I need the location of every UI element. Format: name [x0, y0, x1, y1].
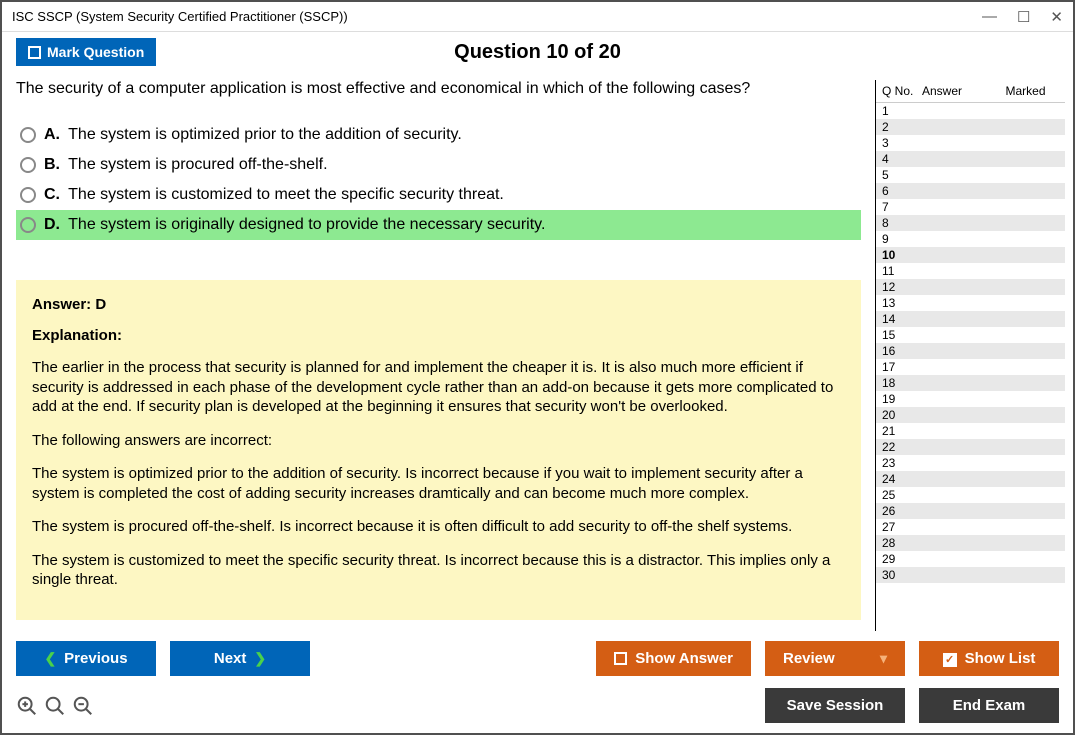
- explanation-paragraph: The system is optimized prior to the add…: [32, 464, 845, 503]
- question-list-row[interactable]: 8: [876, 215, 1065, 231]
- question-list[interactable]: 1234567891011121314151617181920212223242…: [876, 103, 1065, 631]
- question-list-row[interactable]: 20: [876, 407, 1065, 423]
- question-list-row[interactable]: 9: [876, 231, 1065, 247]
- option-b[interactable]: B. The system is procured off-the-shelf.: [16, 150, 861, 180]
- chevron-right-icon: ❯: [254, 650, 266, 667]
- question-list-row[interactable]: 3: [876, 135, 1065, 151]
- explanation-paragraph: The system is customized to meet the spe…: [32, 551, 845, 590]
- question-list-row[interactable]: 11: [876, 263, 1065, 279]
- chevron-down-icon: ▾: [880, 650, 887, 667]
- question-list-row[interactable]: 12: [876, 279, 1065, 295]
- question-list-row[interactable]: 13: [876, 295, 1065, 311]
- zoom-controls: [16, 695, 94, 717]
- mark-question-label: Mark Question: [47, 44, 144, 60]
- question-list-row[interactable]: 7: [876, 199, 1065, 215]
- app-window: ISC SSCP (System Security Certified Prac…: [0, 0, 1075, 735]
- answer-title: Answer: D: [32, 296, 845, 313]
- question-list-row[interactable]: 30: [876, 567, 1065, 583]
- end-exam-label: End Exam: [953, 697, 1026, 714]
- question-list-row[interactable]: 29: [876, 551, 1065, 567]
- window-title: ISC SSCP (System Security Certified Prac…: [12, 9, 982, 24]
- previous-button[interactable]: ❮ Previous: [16, 641, 156, 676]
- col-qno-label: Q No.: [882, 84, 922, 98]
- explanation-title: Explanation:: [32, 327, 845, 344]
- side-panel: Q No. Answer Marked 12345678910111213141…: [875, 80, 1065, 631]
- question-list-row[interactable]: 10: [876, 247, 1065, 263]
- question-list-row[interactable]: 24: [876, 471, 1065, 487]
- question-list-row[interactable]: 22: [876, 439, 1065, 455]
- question-list-row[interactable]: 28: [876, 535, 1065, 551]
- col-answer-label: Answer: [922, 84, 992, 98]
- question-list-row[interactable]: 5: [876, 167, 1065, 183]
- answer-block: Answer: D Explanation: The earlier in th…: [16, 280, 861, 620]
- explanation-paragraph: The earlier in the process that security…: [32, 358, 845, 417]
- question-list-row[interactable]: 1: [876, 103, 1065, 119]
- end-exam-button[interactable]: End Exam: [919, 688, 1059, 723]
- footer-row-1: ❮ Previous Next ❯ Show Answer Review ▾ S…: [16, 641, 1059, 676]
- show-answer-label: Show Answer: [635, 650, 733, 667]
- chevron-left-icon: ❮: [44, 650, 56, 667]
- zoom-out-icon[interactable]: [72, 695, 94, 717]
- option-text: B. The system is procured off-the-shelf.: [44, 156, 328, 174]
- review-button[interactable]: Review ▾: [765, 641, 905, 676]
- minimize-icon[interactable]: —: [982, 8, 997, 25]
- question-list-row[interactable]: 27: [876, 519, 1065, 535]
- show-answer-button[interactable]: Show Answer: [596, 641, 751, 676]
- titlebar: ISC SSCP (System Security Certified Prac…: [2, 2, 1073, 32]
- question-list-row[interactable]: 25: [876, 487, 1065, 503]
- footer-row-2: Save Session End Exam: [16, 688, 1059, 723]
- explanation-paragraph: The system is procured off-the-shelf. Is…: [32, 517, 845, 537]
- question-list-row[interactable]: 14: [876, 311, 1065, 327]
- save-session-button[interactable]: Save Session: [765, 688, 905, 723]
- footer: ❮ Previous Next ❯ Show Answer Review ▾ S…: [2, 631, 1073, 733]
- mark-question-button[interactable]: Mark Question: [16, 38, 156, 66]
- question-list-row[interactable]: 15: [876, 327, 1065, 343]
- question-list-row[interactable]: 6: [876, 183, 1065, 199]
- question-list-row[interactable]: 4: [876, 151, 1065, 167]
- question-list-row[interactable]: 2: [876, 119, 1065, 135]
- next-label: Next: [214, 650, 247, 667]
- radio-icon: [20, 127, 36, 143]
- next-button[interactable]: Next ❯: [170, 641, 310, 676]
- side-panel-header: Q No. Answer Marked: [876, 80, 1065, 103]
- zoom-reset-icon[interactable]: [16, 695, 38, 717]
- window-controls: — ☐ ✕: [982, 8, 1063, 26]
- radio-icon: [20, 187, 36, 203]
- maximize-icon[interactable]: ☐: [1017, 8, 1030, 26]
- question-heading: Question 10 of 20: [454, 41, 621, 64]
- question-list-row[interactable]: 16: [876, 343, 1065, 359]
- square-icon: [614, 652, 627, 665]
- question-list-row[interactable]: 18: [876, 375, 1065, 391]
- option-c[interactable]: C. The system is customized to meet the …: [16, 180, 861, 210]
- main-area: The security of a computer application i…: [2, 80, 1073, 631]
- show-list-button[interactable]: Show List: [919, 641, 1059, 676]
- question-list-row[interactable]: 26: [876, 503, 1065, 519]
- options-list: A. The system is optimized prior to the …: [16, 120, 861, 240]
- option-d[interactable]: D. The system is originally designed to …: [16, 210, 861, 240]
- header-row: Mark Question Question 10 of 20: [2, 32, 1073, 80]
- question-list-row[interactable]: 17: [876, 359, 1065, 375]
- question-text: The security of a computer application i…: [16, 80, 861, 98]
- radio-icon: [20, 217, 36, 233]
- content-area: The security of a computer application i…: [2, 80, 875, 631]
- option-text: D. The system is originally designed to …: [44, 216, 545, 234]
- question-list-row[interactable]: 23: [876, 455, 1065, 471]
- review-label: Review: [783, 650, 835, 667]
- check-icon: [943, 650, 957, 667]
- show-list-label: Show List: [965, 650, 1036, 667]
- option-text: C. The system is customized to meet the …: [44, 186, 504, 204]
- explanation-paragraph: The following answers are incorrect:: [32, 431, 845, 451]
- zoom-in-icon[interactable]: [44, 695, 66, 717]
- question-list-row[interactable]: 21: [876, 423, 1065, 439]
- save-session-label: Save Session: [787, 697, 884, 714]
- radio-icon: [20, 157, 36, 173]
- option-text: A. The system is optimized prior to the …: [44, 126, 462, 144]
- option-a[interactable]: A. The system is optimized prior to the …: [16, 120, 861, 150]
- close-icon[interactable]: ✕: [1050, 8, 1063, 26]
- checkbox-icon: [28, 46, 41, 59]
- question-list-row[interactable]: 19: [876, 391, 1065, 407]
- previous-label: Previous: [64, 650, 127, 667]
- col-marked-label: Marked: [992, 84, 1059, 98]
